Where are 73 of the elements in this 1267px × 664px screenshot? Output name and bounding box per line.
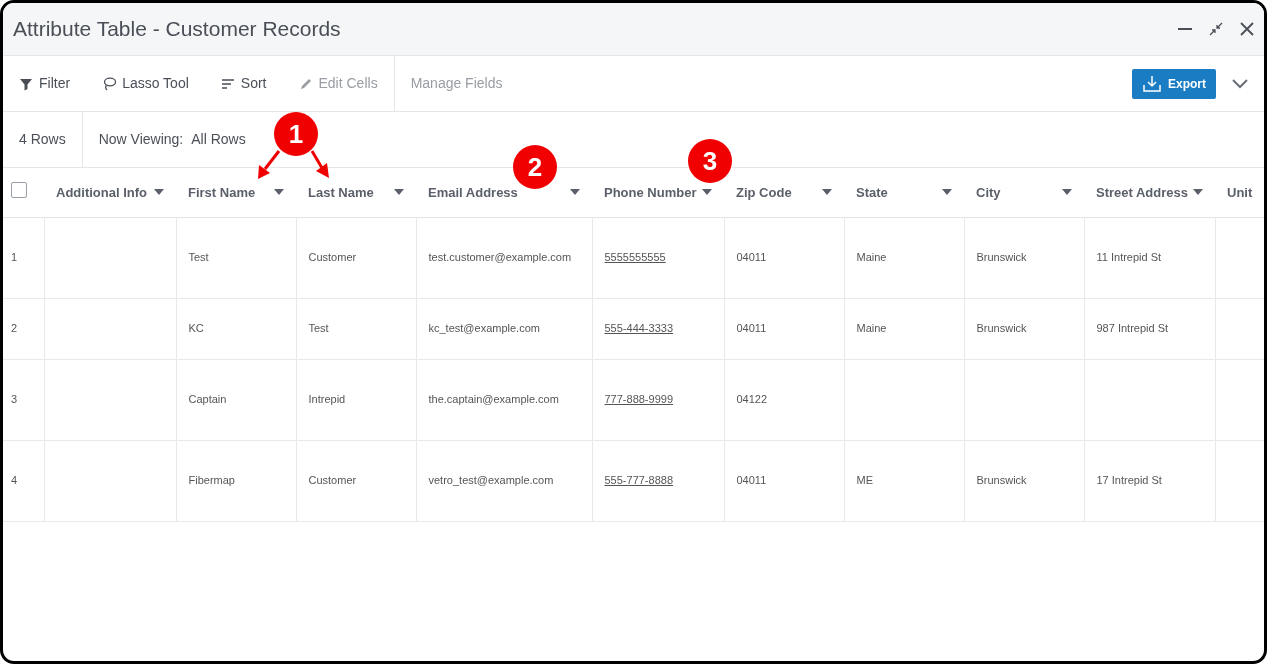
column-header[interactable]: Additional Info — [56, 182, 147, 202]
table-cell: vetro_test@example.com — [428, 474, 554, 487]
table-cell: KC — [188, 322, 204, 335]
table-cell: Test — [188, 251, 209, 264]
window-title: Attribute Table - Customer Records — [13, 16, 341, 43]
row-number: 1 — [11, 251, 18, 264]
table-cell: Brunswick — [976, 322, 1027, 335]
table-cell: 11 Intrepid St — [1096, 251, 1162, 264]
row-number: 2 — [11, 322, 18, 335]
table-cell: Fibermap — [188, 474, 235, 487]
caret-down-icon[interactable] — [154, 189, 164, 196]
callout-marker: 3 — [688, 139, 732, 183]
callout-marker: 1 — [274, 112, 318, 156]
table-cell: kc_test@example.com — [428, 322, 540, 335]
column-header[interactable]: Zip Code — [736, 182, 792, 202]
table-cell: Maine — [856, 251, 887, 264]
minimize-icon[interactable] — [1178, 27, 1192, 31]
table-cell: 04011 — [736, 474, 767, 487]
table-cell: Maine — [856, 322, 887, 335]
column-header[interactable]: State — [856, 182, 888, 202]
table-cell: 04122 — [736, 393, 768, 406]
collapse-icon[interactable] — [1208, 21, 1224, 37]
table-cell: 17 Intrepid St — [1096, 474, 1162, 487]
column-header[interactable]: Last Name — [308, 182, 374, 202]
row-number: 3 — [11, 393, 18, 406]
caret-down-icon[interactable] — [570, 189, 580, 196]
lasso-icon — [102, 76, 117, 91]
table-cell: 04011 — [736, 322, 767, 335]
sort-icon — [220, 76, 235, 91]
toolbar-button[interactable]: Lasso Tool — [86, 73, 205, 94]
row-number: 4 — [11, 474, 18, 487]
phone-link[interactable]: 555-444-3333 — [604, 322, 673, 335]
toolbar-button[interactable]: Sort — [204, 73, 283, 94]
table-cell: 04011 — [736, 251, 767, 264]
caret-down-icon[interactable] — [822, 189, 832, 196]
table-cell: Brunswick — [976, 474, 1027, 487]
table-cell: the.captain@example.com — [428, 393, 559, 406]
caret-down-icon[interactable] — [274, 189, 284, 196]
callout-arrows — [258, 149, 329, 179]
column-header[interactable]: Street Address — [1096, 182, 1188, 202]
row-count: 4 Rows — [18, 130, 67, 149]
column-header[interactable]: First Name — [188, 182, 256, 202]
caret-down-icon[interactable] — [1062, 189, 1072, 196]
caret-down-icon[interactable] — [702, 189, 712, 196]
column-header[interactable]: Unit — [1227, 182, 1253, 202]
table-cell: 987 Intrepid St — [1096, 322, 1169, 335]
caret-down-icon[interactable] — [942, 189, 952, 196]
phone-link[interactable]: 777-888-9999 — [604, 393, 673, 406]
table-cell: ME — [856, 474, 873, 487]
caret-down-icon[interactable] — [1193, 189, 1203, 196]
export-button[interactable]: Export — [1132, 68, 1216, 99]
table-cell: Customer — [308, 251, 357, 264]
caret-down-icon[interactable] — [394, 189, 404, 196]
toolbar-button[interactable]: Filter — [3, 73, 87, 94]
viewing-label: Now Viewing: — [97, 130, 184, 149]
phone-link[interactable]: 555-777-8888 — [604, 474, 673, 487]
table-cell: test.customer@example.com — [428, 251, 572, 264]
pencil-icon — [298, 76, 313, 91]
chevron-down-icon[interactable] — [1232, 78, 1248, 89]
select-all-checkbox[interactable] — [11, 181, 27, 198]
filter-icon — [19, 76, 33, 91]
callout-marker: 2 — [513, 145, 557, 189]
close-icon[interactable] — [1240, 22, 1254, 36]
table-cell: Test — [308, 322, 329, 335]
table-cell: Customer — [308, 474, 357, 487]
viewing-value: All Rows — [190, 130, 246, 149]
column-header[interactable]: City — [976, 182, 1001, 202]
download-icon — [1142, 74, 1162, 93]
table-cell: Captain — [188, 393, 227, 406]
table-cell: Brunswick — [976, 251, 1027, 264]
phone-link[interactable]: 5555555555 — [604, 251, 666, 264]
column-header[interactable]: Phone Number — [604, 182, 697, 202]
table-cell: Intrepid — [308, 393, 346, 406]
